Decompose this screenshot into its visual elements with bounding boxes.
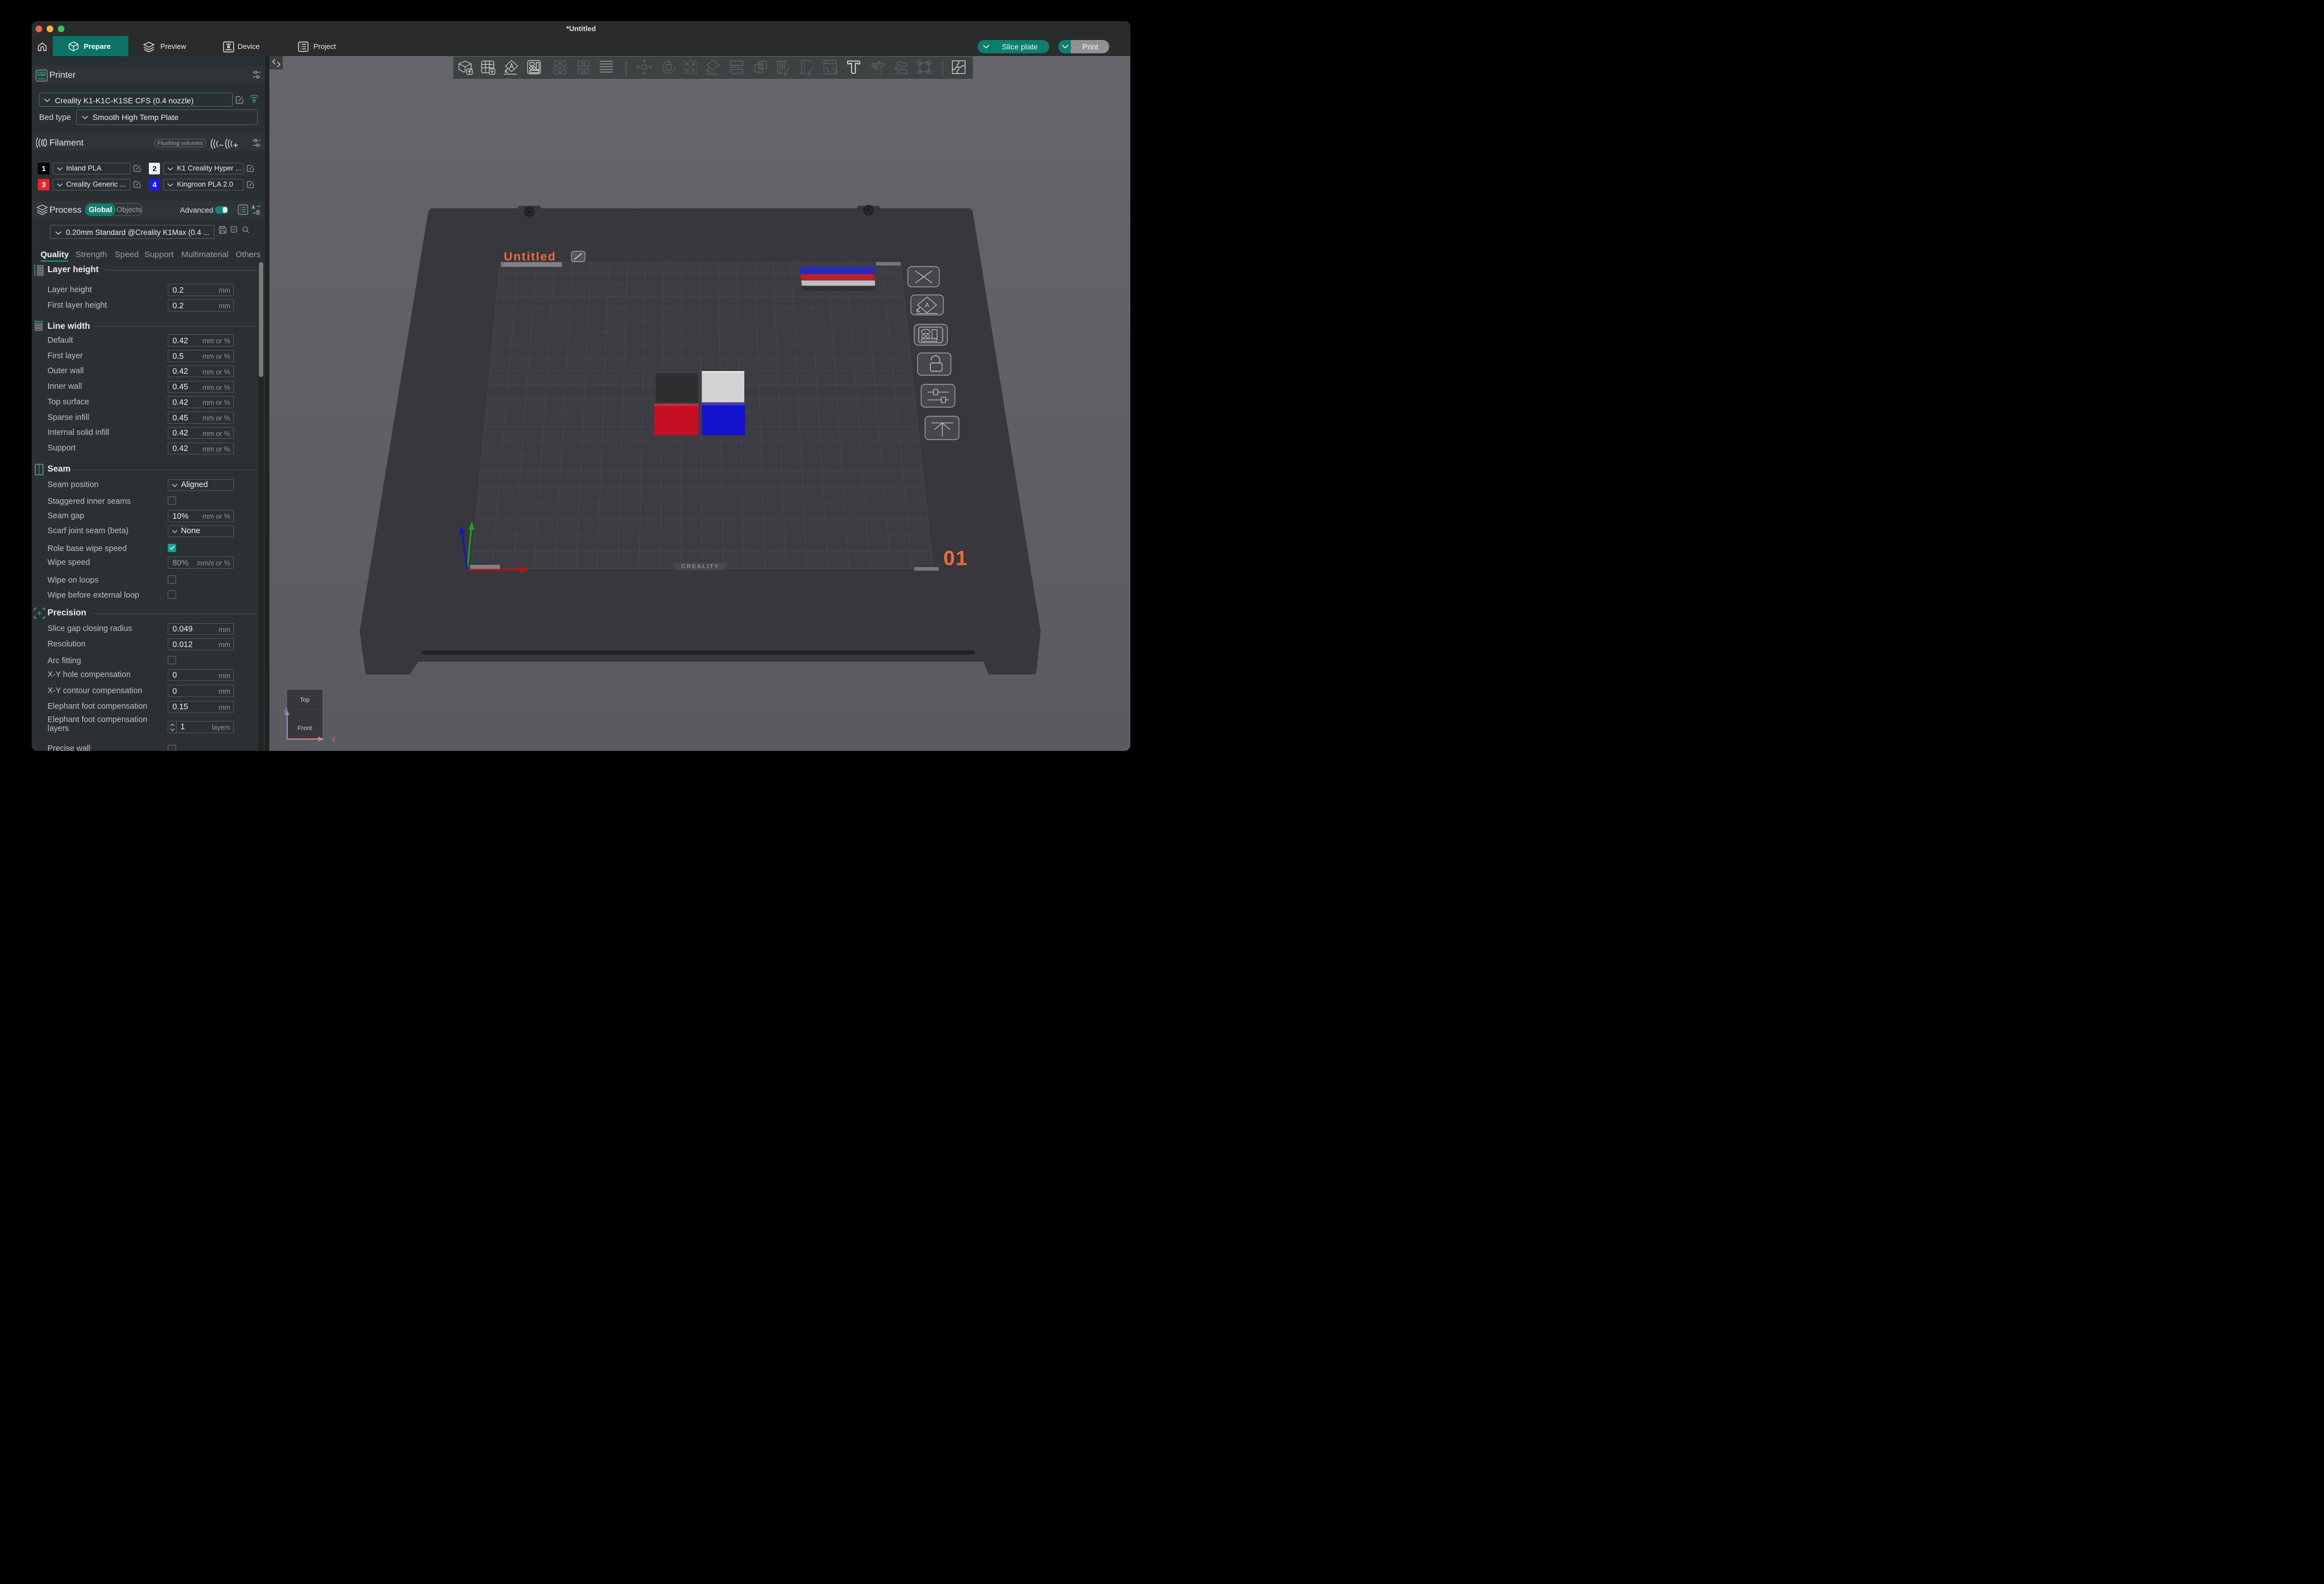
svg-text:CREALITY: CREALITY — [682, 563, 720, 570]
svg-text:A: A — [925, 302, 929, 309]
svg-text:Front: Front — [298, 725, 312, 732]
svg-text:01: 01 — [943, 547, 968, 570]
svg-text:z: z — [285, 706, 288, 713]
svg-text:Untitled: Untitled — [504, 250, 556, 263]
svg-text:x: x — [332, 736, 335, 743]
svg-text:Top: Top — [300, 697, 310, 704]
